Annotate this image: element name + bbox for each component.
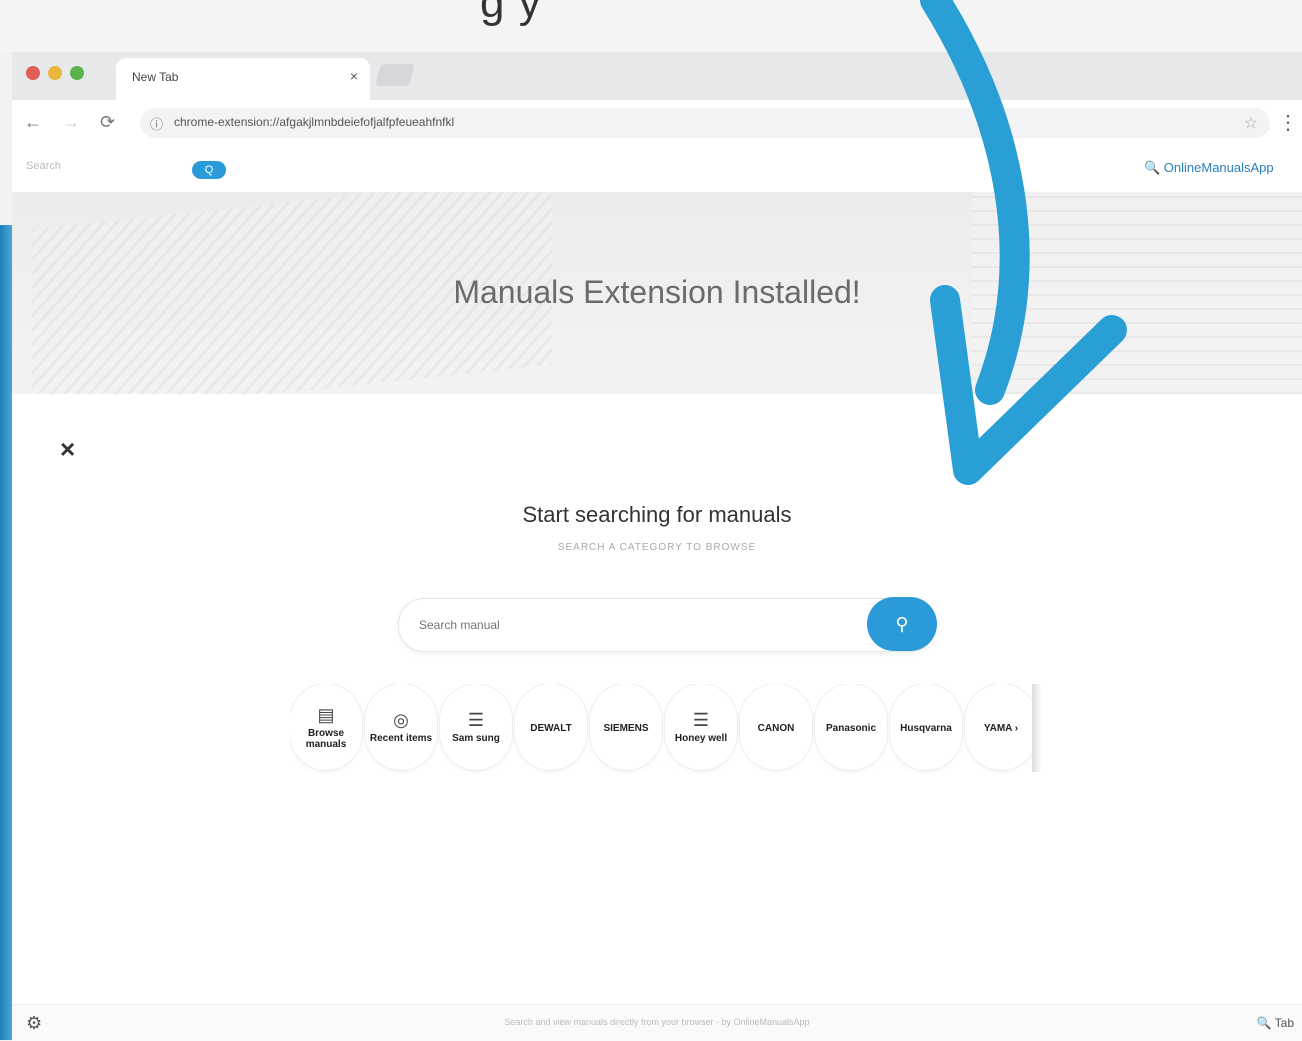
top-strip: g y: [0, 0, 1302, 52]
category-list: ▤ Browse manuals ◎ Recent items ☰ Sam su…: [290, 684, 1042, 774]
search-box: ⚲: [398, 597, 937, 652]
url-text[interactable]: chrome-extension://afgakjlmnbdeiefofjalf…: [174, 115, 454, 129]
search-icon: ⚲: [895, 613, 909, 634]
tab-bar: New Tab ×: [12, 52, 1302, 100]
category-icon: ◎: [393, 710, 409, 730]
left-frame-edge: [0, 225, 12, 1040]
category-chip[interactable]: YAMA ›: [965, 684, 1037, 770]
category-label: YAMA ›: [983, 722, 1019, 734]
category-chip[interactable]: CANON: [740, 684, 812, 770]
category-icon: ▤: [317, 704, 335, 725]
address-bar[interactable]: ⓘ chrome-extension://afgakjlmnbdeiefofja…: [140, 108, 1270, 138]
category-chip[interactable]: Husqvarna: [890, 684, 962, 770]
footer-bar: ⚙ Search and view manuals directly from …: [12, 1004, 1302, 1041]
category-chip[interactable]: ☰ Honey well: [665, 684, 737, 770]
hero-title: Manuals Extension Installed!: [453, 274, 861, 310]
tab-title: New Tab: [132, 70, 179, 84]
browser-tab[interactable]: New Tab ×: [116, 58, 370, 100]
category-label: Browse manuals: [305, 727, 347, 750]
header-text: g y: [480, 0, 542, 27]
category-label: Recent items: [369, 733, 433, 744]
footer-text: Search and view manuals directly from yo…: [504, 1017, 810, 1027]
extension-brand-link[interactable]: 🔍 OnlineManualsApp: [1144, 160, 1274, 176]
extension-bar: Search Q 🔍 OnlineManualsApp: [12, 146, 1302, 192]
reload-icon[interactable]: ⟳: [100, 112, 115, 133]
category-label: Panasonic: [825, 722, 877, 734]
category-label: Husqvarna: [900, 722, 952, 734]
category-label: CANON: [757, 722, 795, 734]
secure-info-icon[interactable]: ⓘ: [150, 114, 163, 133]
new-tab-button[interactable]: [375, 64, 415, 86]
category-chip[interactable]: SIEMENS: [590, 684, 662, 770]
close-window-button[interactable]: [26, 66, 40, 80]
category-label: SIEMENS: [603, 722, 649, 734]
category-label: Sam sung: [452, 733, 500, 744]
category-icon: ☰: [692, 710, 710, 730]
category-chip[interactable]: ▤ Browse manuals: [290, 684, 362, 770]
extension-bar-left-text: Search: [26, 160, 61, 172]
category-icon: ☰: [467, 710, 485, 730]
back-icon[interactable]: ←: [24, 112, 42, 133]
category-chip[interactable]: DEWALT: [515, 684, 587, 770]
search-input[interactable]: [417, 609, 851, 641]
category-label: Honey well: [674, 733, 728, 744]
extension-search-pill[interactable]: Q: [192, 161, 226, 179]
browser-toolbar: ← → ⟳ ⓘ chrome-extension://afgakjlmnbdei…: [12, 100, 1302, 147]
category-chip[interactable]: Panasonic: [815, 684, 887, 770]
tab-close-icon[interactable]: ×: [350, 68, 358, 84]
hero-banner: Manuals Extension Installed!: [12, 192, 1302, 394]
bookmark-star-icon[interactable]: ☆: [1244, 113, 1258, 133]
maximize-window-button[interactable]: [70, 66, 84, 80]
search-button[interactable]: ⚲: [867, 597, 937, 651]
category-chip[interactable]: ◎ Recent items: [365, 684, 437, 770]
forward-icon[interactable]: →: [62, 112, 80, 133]
category-label: DEWALT: [530, 722, 572, 734]
footer-tab-link[interactable]: 🔍 Tab: [1257, 1016, 1294, 1030]
page-subheading: SEARCH A CATEGORY TO BROWSE: [557, 542, 757, 553]
browser-menu-icon[interactable]: ⋮: [1278, 110, 1298, 135]
page-heading: Start searching for manuals: [522, 502, 792, 527]
category-chip[interactable]: ☰ Sam sung: [440, 684, 512, 770]
category-scroll-edge[interactable]: [1032, 684, 1042, 772]
close-icon[interactable]: ×: [60, 434, 75, 465]
minimize-window-button[interactable]: [48, 66, 62, 80]
browser-window: New Tab × ← → ⟳ ⓘ chrome-extension://afg…: [12, 52, 1302, 1041]
